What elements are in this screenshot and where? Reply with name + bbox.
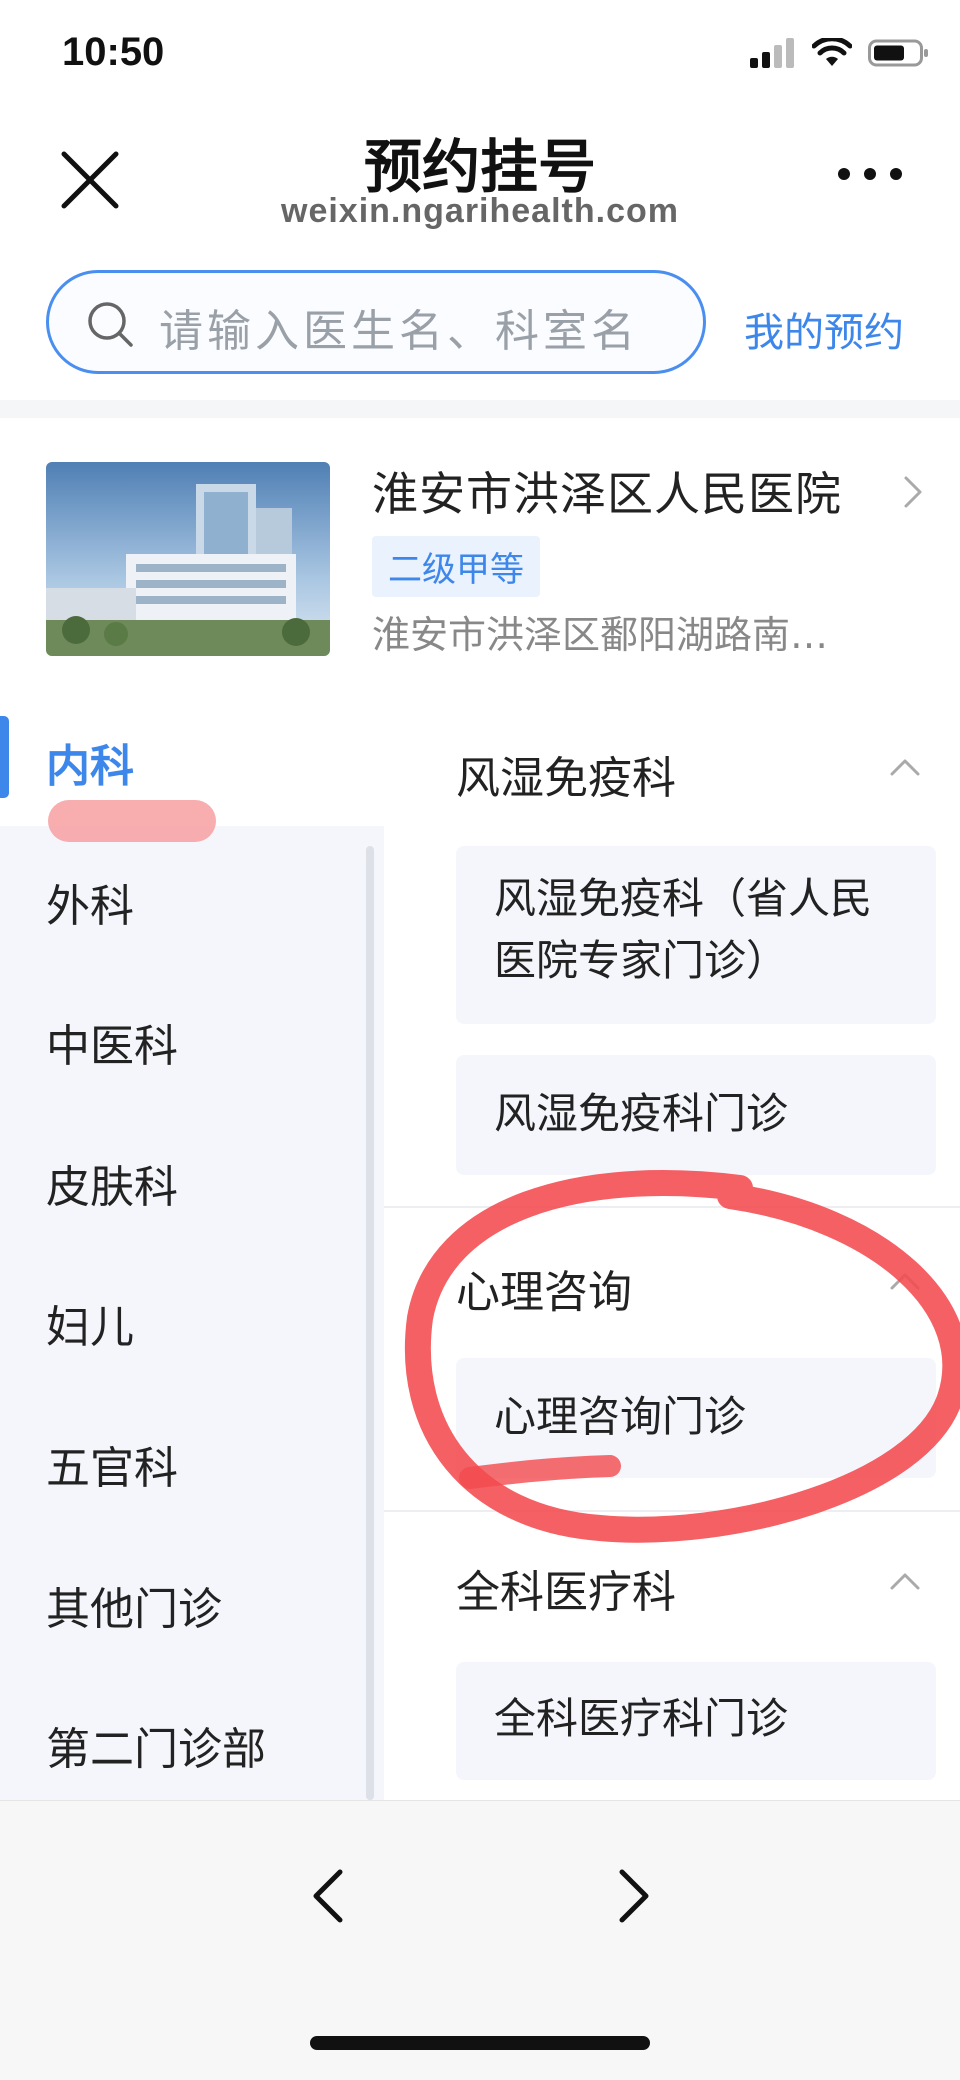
- forward-arrow-icon[interactable]: [614, 1866, 654, 1926]
- chevron-up-icon[interactable]: [888, 1270, 922, 1292]
- hospital-photo[interactable]: [46, 462, 330, 656]
- hospital-address: 淮安市洪泽区鄱阳湖路南…: [372, 613, 829, 657]
- home-indicator[interactable]: [310, 2036, 650, 2050]
- category-item-wuguanke[interactable]: 五官科: [46, 1432, 178, 1496]
- status-icons: [750, 38, 930, 68]
- dept-item-xinli-clinic[interactable]: 心理咨询门诊: [456, 1358, 936, 1478]
- active-indicator: [0, 716, 9, 798]
- dept-title-xinli[interactable]: 心理咨询: [456, 1256, 632, 1320]
- highlight-annotation: [48, 800, 216, 842]
- dept-title-fengshi[interactable]: 风湿免疫科: [456, 742, 676, 806]
- back-arrow-icon[interactable]: [308, 1866, 348, 1926]
- battery-icon: [868, 39, 928, 67]
- dept-item-fengshi-expert[interactable]: 风湿免疫科（省人民医院专家门诊）: [456, 846, 936, 1024]
- chevron-up-icon[interactable]: [888, 756, 922, 778]
- category-item-zhongyike[interactable]: 中医科: [46, 1010, 178, 1074]
- dept-title-quanke[interactable]: 全科医疗科: [456, 1556, 676, 1620]
- status-time: 10:50: [62, 30, 165, 74]
- category-item-qitamenzhen[interactable]: 其他门诊: [46, 1573, 222, 1637]
- chevron-right-icon[interactable]: [902, 474, 926, 510]
- more-dot-icon: [838, 168, 850, 180]
- hospital-name[interactable]: 淮安市洪泽区人民医院: [372, 458, 842, 524]
- dept-item-quanke-clinic[interactable]: 全科医疗科门诊: [456, 1662, 936, 1780]
- category-item-fuer[interactable]: 妇儿: [46, 1291, 134, 1355]
- search-input[interactable]: 请输入医生名、科室名: [46, 270, 706, 374]
- dept-divider: [384, 1510, 960, 1512]
- search-icon: [88, 302, 133, 347]
- category-item-neike[interactable]: 内科: [46, 730, 134, 794]
- category-item-dierménzhenbu[interactable]: 第二门诊部: [46, 1713, 266, 1777]
- signal-icon: [750, 38, 794, 68]
- category-item-pifuke[interactable]: 皮肤科: [46, 1151, 178, 1215]
- dept-item-fengshi-clinic[interactable]: 风湿免疫科门诊: [456, 1055, 936, 1175]
- category-scrollbar[interactable]: [366, 846, 374, 1800]
- more-button[interactable]: [838, 168, 902, 180]
- category-item-waike[interactable]: 外科: [46, 870, 134, 934]
- section-divider: [0, 400, 960, 418]
- dept-divider: [384, 1206, 960, 1208]
- more-dot-icon: [864, 168, 876, 180]
- search-placeholder: 请输入医生名、科室名: [159, 306, 639, 357]
- my-appointments-link[interactable]: 我的预约: [744, 300, 904, 358]
- chevron-up-icon[interactable]: [888, 1570, 922, 1592]
- wifi-icon: [812, 38, 852, 66]
- page-url: weixin.ngarihealth.com: [281, 192, 679, 230]
- hospital-grade-badge: 二级甲等: [372, 536, 540, 597]
- more-dot-icon: [890, 168, 902, 180]
